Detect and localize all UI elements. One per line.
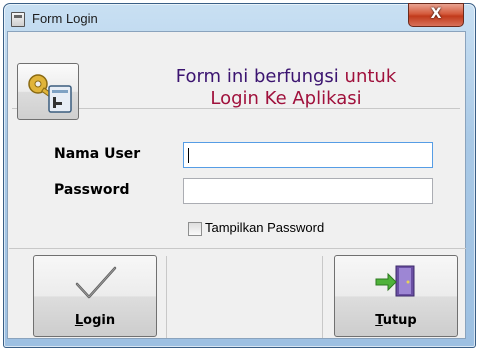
- close-mnemonic: T: [375, 313, 383, 328]
- close-button-label: Tutup: [335, 313, 457, 328]
- text-caret: [188, 148, 189, 163]
- password-label: Password: [54, 182, 130, 198]
- title-bar[interactable]: Form Login X: [4, 3, 475, 34]
- panel-divider: [166, 256, 167, 338]
- login-button-label: Login: [34, 313, 156, 328]
- password-input[interactable]: [183, 178, 433, 204]
- exit-door-icon: [375, 265, 415, 297]
- username-label: Nama User: [54, 146, 141, 162]
- show-password-label[interactable]: Tampilkan Password: [205, 220, 324, 235]
- panel-divider: [322, 256, 323, 338]
- checkmark-icon: [75, 266, 117, 299]
- login-label-rest: ogin: [83, 313, 116, 328]
- username-input[interactable]: [183, 142, 433, 168]
- header-message: Form ini berfungsi untuk Login Ke Aplika…: [116, 66, 456, 110]
- close-button[interactable]: Tutup: [334, 255, 458, 337]
- header-line2-text: Login Ke Aplikasi: [210, 88, 362, 109]
- key-id-card-icon: [17, 63, 79, 120]
- close-label-rest: utup: [382, 313, 417, 328]
- show-password-checkbox[interactable]: [188, 222, 202, 236]
- header-line1-accent: untuk: [344, 66, 397, 87]
- header-line1-text: Form ini berfungsi: [175, 66, 345, 87]
- login-mnemonic: L: [74, 313, 84, 328]
- close-window-button[interactable]: X: [408, 3, 464, 27]
- form-icon: [11, 12, 25, 27]
- login-button[interactable]: Login: [33, 255, 157, 337]
- window-title: Form Login: [32, 11, 98, 26]
